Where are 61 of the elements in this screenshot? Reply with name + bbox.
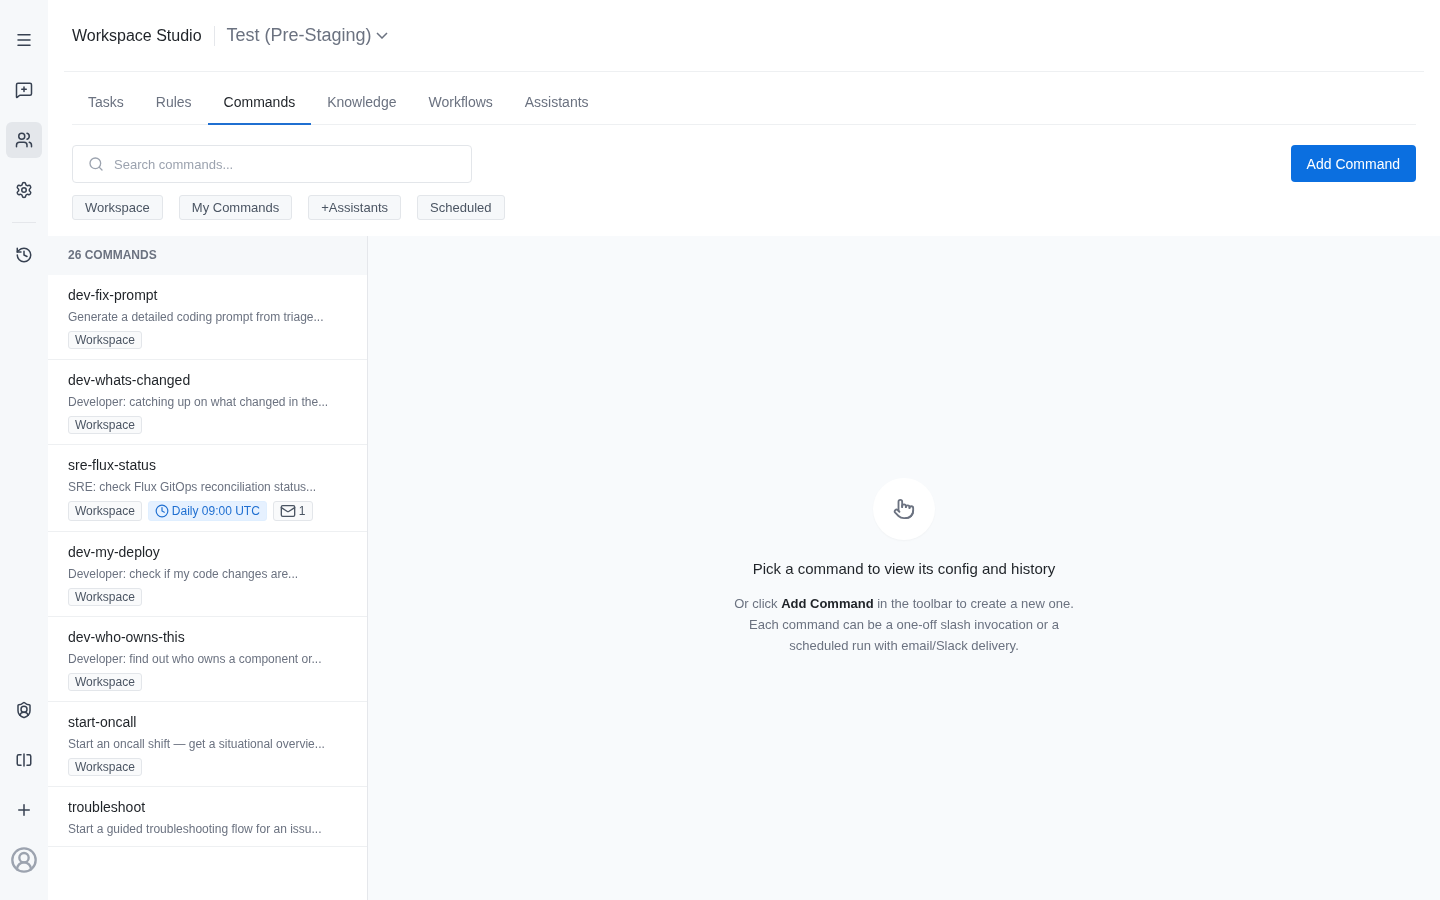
search-field[interactable]: Search commands... [72, 145, 472, 183]
mail-icon [279, 503, 296, 519]
command-name: sre-flux-status [68, 457, 157, 473]
empty-state-title: Pick a command to view its config and history [752, 560, 1056, 577]
command-count: 26 COMMANDS [48, 236, 367, 275]
command-description: Developer: catching up on what changed in the... [68, 395, 330, 409]
command-description: SRE: check Flux GitOps reconciliation status... [68, 480, 318, 494]
settings-icon [15, 181, 33, 199]
filter-chip[interactable]: My Commands [178, 195, 293, 220]
scope-tag: Workspace [68, 673, 142, 691]
scope-tag: Workspace [68, 501, 142, 521]
scope-tag: Workspace [68, 758, 142, 776]
clock-icon [154, 504, 169, 518]
tab[interactable]: Tasks [72, 82, 140, 125]
app-title: Workspace Studio [72, 26, 202, 45]
filter-chip[interactable]: +Assistants [308, 195, 402, 220]
command-description: Generate a detailed coding prompt from triage... [68, 310, 325, 324]
command-item[interactable]: dev-fix-prompt Generate a detailed coding prompt from triage... Workspace [48, 275, 367, 360]
history-icon [15, 246, 33, 264]
rail-button[interactable] [6, 122, 42, 158]
people-icon [15, 131, 33, 149]
command-item[interactable]: dev-whats-changed Developer: catching up on what changed in the... Workspace [48, 360, 367, 445]
environment-selector[interactable]: Test (Pre-Staging) [226, 25, 388, 46]
command-item[interactable]: troubleshoot Start a guided troubleshooting flow for an issu... [48, 787, 367, 847]
chat-plus-icon [15, 81, 33, 99]
scope-tag: Workspace [68, 416, 142, 434]
pointer-hand-icon [893, 498, 915, 520]
command-description: Developer: find out who owns a component or... [68, 652, 323, 666]
filter-chip[interactable]: Scheduled [417, 195, 505, 220]
plus-icon [15, 801, 33, 819]
command-description: Start a guided troubleshooting flow for an issu... [68, 822, 323, 836]
delivery-tag: 1 [272, 501, 313, 521]
tab[interactable]: Commands [207, 82, 312, 125]
scope-tag: Workspace [68, 588, 142, 606]
filter-chip[interactable]: Workspace [72, 195, 163, 220]
command-name: dev-fix-prompt [68, 287, 159, 303]
command-name: dev-my-deploy [68, 544, 161, 560]
command-description: Developer: check if my code changes are... [68, 567, 300, 581]
avatar-icon [10, 846, 38, 874]
tab[interactable]: Knowledge [311, 82, 413, 125]
tab[interactable]: Workflows [412, 82, 509, 125]
command-item[interactable]: sre-flux-status SRE: check Flux GitOps reconciliation status... Workspace Daily 09:00 UTC 1 [48, 445, 367, 532]
command-description: Start an oncall shift — get a situational overvie... [68, 737, 326, 751]
add-command-button[interactable]: Add Command [1290, 145, 1416, 182]
schedule-tag: Daily 09:00 UTC [147, 501, 267, 521]
command-item[interactable]: dev-my-deploy Developer: check if my code changes are... Workspace [48, 532, 367, 617]
search-icon [88, 156, 104, 172]
empty-state-text: Or click Add Command in the toolbar to create a new one. Each command can be a one-off slash invocation or a scheduled run with email/Slack delivery. [733, 595, 1075, 655]
tab[interactable]: Rules [139, 82, 208, 125]
scope-tag: Workspace [68, 331, 142, 349]
command-name: dev-who-owns-this [68, 629, 186, 645]
command-name: dev-whats-changed [68, 372, 192, 388]
command-name: start-oncall [68, 714, 138, 730]
tab[interactable]: Assistants [508, 82, 605, 125]
command-item[interactable]: start-oncall Start an oncall shift — get a situational overvie... Workspace [48, 702, 367, 787]
command-name: troubleshoot [68, 799, 147, 815]
shield-user-icon [15, 701, 33, 719]
display-icon [15, 751, 33, 769]
command-item[interactable]: dev-who-owns-this Developer: find out who owns a component or... Workspace [48, 617, 367, 702]
chevron-down-icon [375, 32, 388, 39]
menu-icon [15, 31, 33, 49]
